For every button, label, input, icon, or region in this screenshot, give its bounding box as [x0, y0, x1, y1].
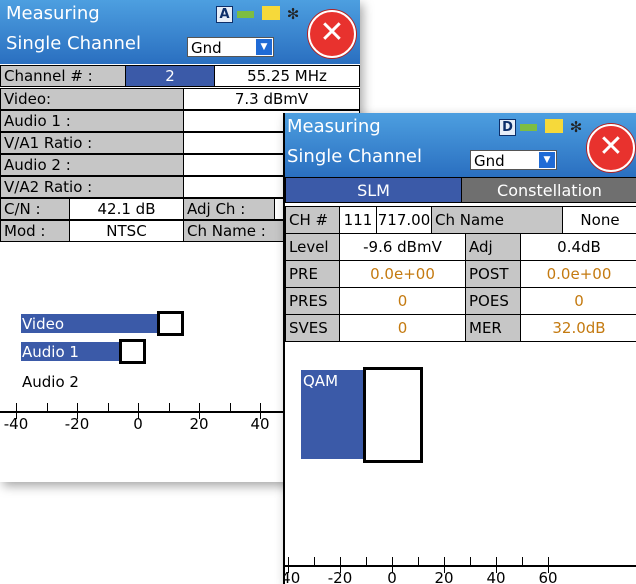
folder-icon: [262, 6, 280, 20]
pre-value: 0.0e+00: [339, 260, 466, 288]
screen-a-axis-minor-tick: [168, 403, 170, 411]
video-value: 7.3 dBmV: [183, 88, 360, 110]
screen-d-axis-minor-tick: [366, 557, 367, 565]
close-button[interactable]: ✕: [587, 124, 635, 172]
audio1-bar-label: Audio 1: [22, 343, 79, 361]
audio2-label: Audio 2 :: [0, 154, 184, 176]
post-value: 0.0e+00: [520, 260, 636, 288]
ground-select-value: Gnd: [474, 152, 505, 170]
title-measuring: Measuring: [6, 3, 100, 24]
title-measuring: Measuring: [287, 116, 381, 137]
channel-number-field[interactable]: 2: [125, 65, 215, 87]
title-bar: Measuring Single Channel D ✻ ✕ Gnd ▼: [285, 113, 636, 177]
screen-a-axis-minor-tick: [46, 403, 48, 411]
poes-label: POES: [465, 287, 521, 315]
mer-label: MER: [465, 314, 521, 342]
video-level-marker: [157, 311, 185, 336]
title-bar: Measuring Single Channel A ✻ ✕ Gnd ▼: [0, 0, 360, 64]
ground-select-value: Gnd: [191, 39, 222, 57]
screen-d-axis-tick-label: 60: [538, 569, 558, 584]
screen-d-axis-minor-tick: [314, 557, 315, 565]
ch-name-value: None: [562, 206, 636, 234]
sves-label: SVES: [285, 314, 340, 342]
close-button[interactable]: ✕: [308, 10, 356, 58]
title-single-channel: Single Channel: [6, 33, 141, 54]
va2-ratio-label: V/A2 Ratio :: [0, 176, 184, 198]
screen-a-axis-minor-tick: [229, 403, 231, 411]
qam-level-marker: [363, 367, 424, 463]
tab-constellation[interactable]: Constellation: [461, 177, 636, 203]
cn-label: C/N :: [0, 198, 70, 220]
mode-d-indicator-icon: D: [499, 119, 516, 136]
bluetooth-icon: ✻: [569, 118, 583, 136]
poes-value: 0: [520, 287, 636, 315]
level-label: Level: [285, 233, 340, 261]
mod-label: Mod :: [0, 220, 70, 242]
audio1-label: Audio 1 :: [0, 110, 184, 132]
level-axis: [285, 565, 636, 567]
ground-select[interactable]: Gnd ▼: [187, 37, 274, 57]
sves-value: 0: [339, 314, 466, 342]
post-label: POST: [465, 260, 521, 288]
ch-frequency: 717.00: [376, 206, 432, 234]
cn-value: 42.1 dB: [69, 198, 184, 220]
ch-number-value[interactable]: 111: [339, 206, 377, 234]
folder-icon: [545, 119, 563, 133]
level-value: -9.6 dBmV: [339, 233, 466, 261]
ch-number-label: CH #: [285, 206, 340, 234]
screen-d-axis-tick-label: -40: [283, 569, 301, 584]
screen-a-axis-tick-label: 0: [133, 415, 143, 433]
mode-a-indicator-icon: A: [216, 6, 233, 23]
screen-d-axis-tick-label: -20: [327, 569, 353, 584]
screen-d-axis-minor-tick: [470, 557, 471, 565]
audio2-bar-label: Audio 2: [22, 373, 79, 391]
channel-frequency: 55.25 MHz: [214, 65, 360, 87]
video-bar-label: Video: [22, 315, 65, 333]
va1-ratio-label: V/A1 Ratio :: [0, 132, 184, 154]
tab-slm[interactable]: SLM: [285, 177, 462, 203]
screen-a-axis-tick-label: 20: [189, 415, 209, 433]
pres-label: PRES: [285, 287, 340, 315]
title-single-channel: Single Channel: [287, 146, 422, 167]
audio1-level-marker: [119, 339, 147, 364]
screen-a-axis-minor-tick: [107, 403, 109, 411]
bluetooth-icon: ✻: [286, 5, 300, 23]
mod-value: NTSC: [69, 220, 184, 242]
screen-d-axis-tick-label: 40: [486, 569, 506, 584]
channel-label: Channel # :: [0, 65, 126, 87]
screen-d-single-channel: Measuring Single Channel D ✻ ✕ Gnd ▼ SLM…: [283, 113, 636, 584]
ch-name-label: Ch Name: [431, 206, 563, 234]
screen-a-axis-tick-label: 40: [250, 415, 270, 433]
screen-d-axis-tick-label: 20: [434, 569, 454, 584]
adj-label: Adj: [465, 233, 521, 261]
battery-icon: [237, 11, 254, 18]
chevron-down-icon: ▼: [539, 152, 555, 168]
qam-bar-label: QAM: [303, 372, 339, 390]
video-label: Video:: [0, 88, 184, 110]
chevron-down-icon: ▼: [256, 39, 272, 55]
pre-label: PRE: [285, 260, 340, 288]
screen-d-axis-minor-tick: [418, 557, 419, 565]
mer-value: 32.0dB: [520, 314, 636, 342]
screen-d-axis-minor-tick: [522, 557, 523, 565]
ground-select[interactable]: Gnd ▼: [470, 150, 557, 170]
screen-a-axis-tick-label: -40: [3, 415, 29, 433]
adj-value: 0.4dB: [520, 233, 636, 261]
screen-a-axis-tick-label: -20: [64, 415, 90, 433]
screen-d-axis-tick-label: 0: [387, 569, 397, 584]
adj-ch-label: Adj Ch :: [183, 198, 275, 220]
pres-value: 0: [339, 287, 466, 315]
battery-icon: [520, 124, 537, 131]
